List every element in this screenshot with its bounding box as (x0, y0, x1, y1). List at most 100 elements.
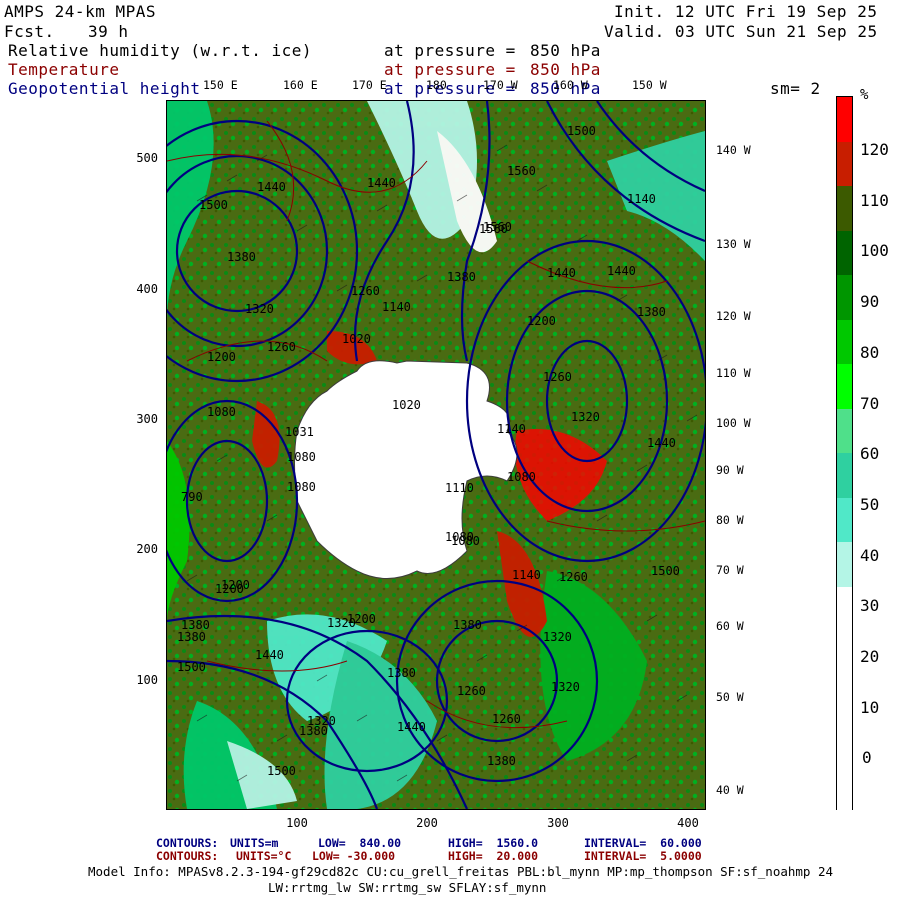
y-tick-label: 500 (136, 151, 158, 165)
lon-label-right: 90 W (716, 463, 744, 477)
contour-label: 1380 (387, 666, 416, 680)
lon-label-right: 60 W (716, 619, 744, 633)
contour-label: 790 (181, 490, 203, 504)
contour-label: 1440 (257, 180, 286, 194)
contour-label: 1260 (492, 712, 521, 726)
colorbar-segment (837, 764, 852, 810)
contour-label: 1380 (177, 630, 206, 644)
contour-info-temp-low: LOW= -30.000 (312, 849, 396, 863)
colorbar-segment (837, 364, 852, 409)
field-height-label: Geopotential height (8, 79, 201, 98)
contour-label: 1200 (527, 314, 556, 328)
colorbar-label: 30 (860, 596, 880, 616)
contour-label: 1260 (559, 570, 588, 584)
model-title: AMPS 24-km MPAS (4, 2, 156, 21)
colorbar-label: 50 (860, 494, 880, 514)
colorbar-label: 0 (862, 748, 872, 768)
lon-label-right: 120 W (716, 309, 751, 323)
lon-label-right: 130 W (716, 237, 751, 251)
contour-label: 1080 (287, 480, 316, 494)
lon-label-top: 180 (426, 78, 447, 92)
contour-label: 1260 (351, 284, 380, 298)
colorbar-label: 110 (860, 190, 889, 210)
valid-time: Valid. 03 UTC Sun 21 Sep 25 (604, 22, 878, 41)
contour-label: 1140 (497, 422, 526, 436)
contour-label: 1500 (267, 764, 296, 778)
contour-label: 1260 (543, 370, 572, 384)
colorbar-label: 120 (860, 140, 889, 159)
pressure-value-2: 850 hPa (530, 60, 601, 79)
contour-info-temp-high: HIGH= 20.000 (448, 849, 539, 863)
colorbar-segment (837, 275, 852, 320)
contour-label: 1440 (255, 648, 284, 662)
contour-label: 1080 (507, 470, 536, 484)
colorbar-label: 40 (860, 545, 880, 565)
contour-label: 1140 (512, 568, 541, 582)
y-tick-label: 100 (136, 673, 158, 687)
lon-label-top: 170 W (483, 78, 518, 92)
model-info-line2: LW:rrtmg_lw SW:rrtmg_sw SFLAY:sf_mynn (268, 880, 547, 895)
contour-label: 1140 (382, 300, 411, 314)
lon-label-right: 80 W (716, 513, 744, 527)
contour-label: 1380 (637, 305, 666, 319)
colorbar-label: 20 (860, 647, 880, 666)
colorbar-label: 60 (860, 444, 880, 464)
forecast-label: Fcst. (4, 22, 55, 41)
contour-label: 1200 (221, 578, 250, 592)
colorbar-label: 100 (860, 241, 889, 261)
contour-label: 1140 (627, 192, 656, 206)
contour-label: 1320 (307, 714, 336, 728)
contour-info-temp-interval: INTERVAL= 5.0000 (584, 849, 702, 863)
contour-label: 1380 (453, 618, 482, 632)
lon-label-right: 100 W (716, 416, 751, 430)
pressure-label-1: at pressure = (384, 41, 516, 60)
field-rh-label: Relative humidity (w.r.t. ice) (8, 41, 312, 60)
contour-label: 1380 (181, 618, 210, 632)
lon-label-top: 170 E (352, 78, 387, 92)
colorbar-unit: % (860, 87, 869, 103)
map-canvas (167, 101, 705, 809)
contour-label: 1500 (177, 660, 206, 674)
contour-label: 1260 (457, 684, 486, 698)
colorbar-segment (837, 186, 852, 231)
colorbar-segment (837, 497, 852, 543)
contour-label: 1440 (647, 436, 676, 450)
contour-label: 1440 (547, 266, 576, 280)
contour-info-temp-label: CONTOURS: (156, 849, 219, 863)
contour-label: 1110 (445, 481, 474, 495)
contour-label: 1500 (199, 198, 228, 212)
init-time: Init. 12 UTC Fri 19 Sep 25 (614, 2, 878, 21)
lon-label-right: 70 W (716, 563, 744, 577)
colorbar-segment (837, 453, 852, 498)
contour-info-height-label: CONTOURS: (156, 836, 219, 850)
smoothing-label: sm= 2 (770, 79, 821, 98)
contour-label: 1260 (267, 340, 296, 354)
forecast-hour: 39 h (88, 22, 129, 41)
lon-label-top: 160 E (283, 78, 318, 92)
colorbar-segment (837, 720, 852, 765)
y-tick-label: 300 (136, 412, 158, 426)
lon-label-right: 140 W (716, 143, 751, 157)
contour-info-height-interval: INTERVAL= 60.000 (584, 836, 702, 850)
model-info-line1: Model Info: MPASv8.2.3-194-gf29cd82c CU:… (88, 864, 834, 879)
contour-label: 1560 (507, 164, 536, 178)
colorbar-label: 70 (860, 393, 880, 413)
contour-label: 1200 (347, 612, 376, 626)
y-tick-label: 400 (136, 282, 158, 296)
y-tick-label: 200 (136, 542, 158, 556)
contour-label: 1380 (487, 754, 516, 768)
colorbar-segment (837, 230, 852, 276)
contour-info-height-high: HIGH= 1560.0 (448, 836, 539, 850)
colorbar-segment (837, 141, 852, 187)
colorbar-segment (837, 542, 852, 587)
colorbar-segment (837, 631, 852, 676)
contour-label: 1380 (447, 270, 476, 284)
map-panel: 1500 1440 1440 1380 1380 1320 1260 1200 … (166, 100, 706, 810)
contour-label: 1080 (207, 405, 236, 419)
pressure-label-2: at pressure = (384, 60, 516, 79)
contour-label: 1320 (245, 302, 274, 316)
lon-label-right: 110 W (716, 366, 751, 380)
lon-label-top: 150 E (203, 78, 238, 92)
colorbar (836, 96, 853, 810)
contour-label: 1440 (367, 176, 396, 190)
